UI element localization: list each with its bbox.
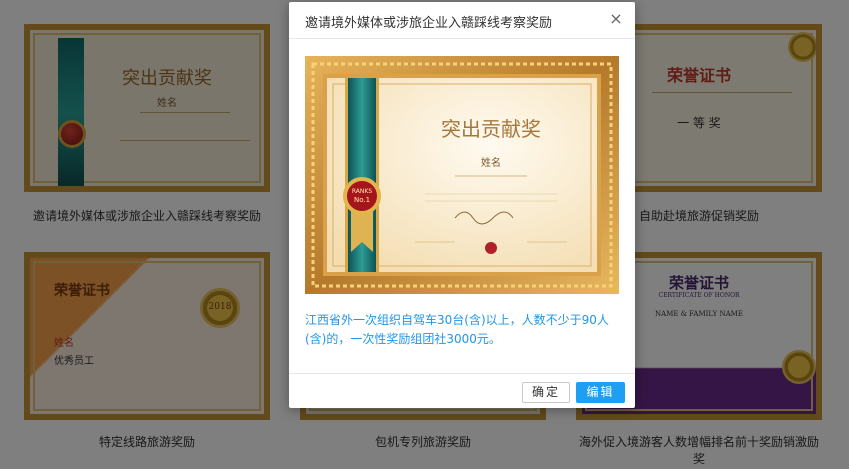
dialog-header: 邀请境外媒体或涉旅企业入赣踩线考察奖励 × — [289, 2, 635, 39]
dialog-body: RANKS No.1 突出贡献奖 姓名 江西省外一次组织自驾车30台(含)以上，… — [289, 39, 635, 373]
dialog-title: 邀请境外媒体或涉旅企业入赣踩线考察奖励 — [305, 16, 553, 31]
svg-text:姓名: 姓名 — [481, 156, 501, 169]
close-icon[interactable]: × — [609, 11, 623, 27]
award-detail-dialog: 邀请境外媒体或涉旅企业入赣踩线考察奖励 × RANKS No.1 突出贡献奖 姓… — [289, 2, 635, 408]
confirm-button[interactable]: 确定 — [522, 382, 570, 403]
award-description: 江西省外一次组织自驾车30台(含)以上，人数不少于90人(含)的，一次性奖励组团… — [305, 313, 609, 346]
certificate-preview-image: RANKS No.1 突出贡献奖 姓名 — [305, 56, 619, 294]
edit-button[interactable]: 编辑 — [576, 382, 625, 403]
certificate-graphic: RANKS No.1 突出贡献奖 姓名 — [305, 56, 619, 294]
dialog-footer: 确定 编辑 — [289, 373, 635, 408]
svg-text:RANKS: RANKS — [352, 188, 372, 195]
svg-text:突出贡献奖: 突出贡献奖 — [441, 117, 541, 141]
svg-text:No.1: No.1 — [354, 196, 370, 204]
